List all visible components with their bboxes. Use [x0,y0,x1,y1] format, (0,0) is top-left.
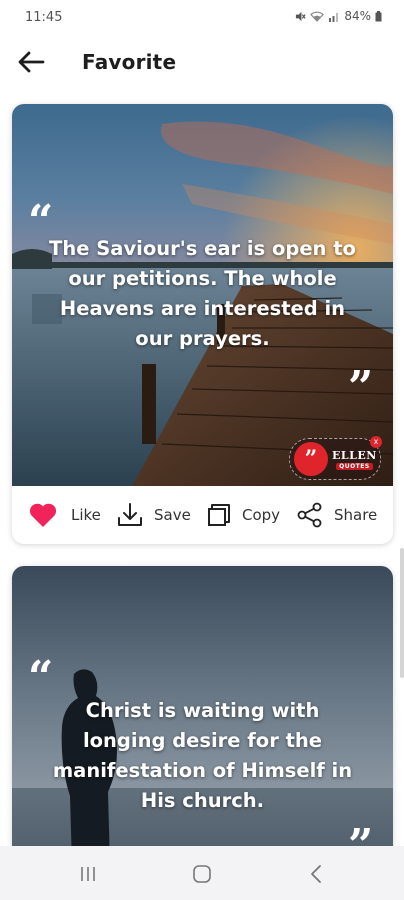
watermark-brand: ELLEN [332,448,377,462]
battery-icon [375,10,382,21]
status-bar: 11:45 84% [0,0,404,36]
like-label: Like [71,506,101,524]
download-icon [118,503,142,526]
share-icon [297,502,322,528]
page-title: Favorite [82,50,177,74]
recents-icon [81,867,95,881]
app-bar: Favorite [0,36,404,88]
like-button[interactable]: Like [28,486,101,544]
save-button[interactable]: Save [116,486,191,544]
copy-label: Copy [242,506,281,524]
quote-card: “ Christ is waiting with longing desire … [12,566,393,866]
scrollbar[interactable] [400,548,404,678]
open-quote-mark: “ [28,652,54,703]
back-icon [311,865,321,883]
signal-icon [329,12,339,22]
save-label: Save [154,506,191,524]
copy-button[interactable]: Copy [206,486,280,544]
battery-percent: 84% [344,9,371,23]
system-nav-bar [0,846,404,900]
recents-button[interactable] [68,860,108,888]
quote-card: “ The Saviour's ear is open to our petit… [12,104,393,544]
quote-text: Christ is waiting with longing desire fo… [52,699,353,812]
home-button[interactable] [182,860,222,888]
copy-icon [208,504,230,526]
watermark-quote-icon: ” [294,442,328,476]
share-label: Share [334,506,378,524]
status-time: 11:45 [25,10,63,25]
back-button[interactable] [12,44,50,80]
close-quote-mark: ” [348,362,374,413]
share-button[interactable]: Share [296,486,377,544]
quote-text: The Saviour's ear is open to our petitio… [49,237,356,350]
wifi-icon [310,11,325,22]
arrow-left-icon [18,51,45,73]
watermark-sub: QUOTES [336,462,373,470]
ellen-quotes-logo: ” ELLEN QUOTES x [289,436,382,480]
status-icons: 84% [295,9,382,23]
quote-actions: Like Save Copy Share [12,486,393,544]
quote-image[interactable]: “ Christ is waiting with longing desire … [12,566,393,866]
quote-image[interactable]: “ The Saviour's ear is open to our petit… [12,104,393,486]
heart-icon [29,503,57,527]
home-icon [193,865,211,883]
watermark-close-icon: x [370,436,382,448]
mute-icon [296,11,306,21]
nav-back-button[interactable] [296,860,336,888]
